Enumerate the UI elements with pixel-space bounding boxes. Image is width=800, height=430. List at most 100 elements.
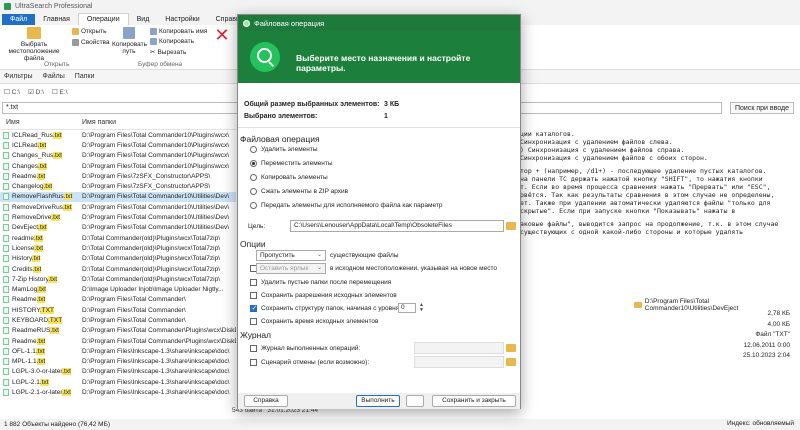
existing-files-select[interactable]: Пропустить ⌄ bbox=[256, 250, 326, 261]
folder-path-cell: D:\Total Commander(old)\Plugins\wcx\Tota… bbox=[82, 265, 220, 273]
cut-button[interactable]: ✂ Вырезать bbox=[150, 48, 187, 57]
table-row[interactable]: MPL-1.1.txt D:\Program Files\Inkscape-1.3… bbox=[0, 357, 236, 367]
target-path-input[interactable]: C:\Users\Lenouser\AppData\Local\Temp\Obs… bbox=[290, 220, 504, 232]
keep-permissions-check[interactable]: Сохранить разрешения исходных элементов bbox=[250, 292, 397, 299]
table-row[interactable]: LGPL-3.0-or-later.txt D:\Program Files\In… bbox=[0, 367, 236, 377]
table-row[interactable]: MamLog.txt D:\Image Uploader Injob\Image … bbox=[0, 284, 236, 294]
table-row[interactable]: RemoveFlashRus.txt D:\Program Files\Total… bbox=[0, 191, 236, 203]
table-row[interactable]: DevEject.txt D:\Program Files\Total Comma… bbox=[0, 223, 236, 233]
file-name-cell: LGPL-3.0-or-later.txt bbox=[0, 368, 82, 376]
filters-toggle[interactable]: Фильтры bbox=[4, 73, 33, 80]
table-row[interactable]: LGPL-2.1-or-later.txt D:\Program Files\In… bbox=[0, 387, 236, 397]
run-dropdown-button[interactable] bbox=[406, 395, 424, 407]
operation-radio[interactable]: Удалить элементы bbox=[250, 146, 318, 153]
browse-folder-icon[interactable] bbox=[506, 222, 516, 230]
table-row[interactable]: Readme.txt D:\Program Files\Total Command… bbox=[0, 295, 236, 305]
tab-settings[interactable]: Настройки bbox=[157, 14, 207, 25]
table-row[interactable]: RemoveDriveRus.txt D:\Program Files\Total… bbox=[0, 202, 236, 212]
properties-button[interactable]: Свойства bbox=[72, 39, 110, 46]
table-row[interactable]: Credits.txt D:\Total Commander(old)\Plugi… bbox=[0, 264, 236, 274]
table-row[interactable]: LGPL-2.1.txt D:\Program Files\Inkscape-1.… bbox=[0, 377, 236, 387]
table-row[interactable]: readme.txt D:\Total Commander(old)\Plugin… bbox=[0, 233, 236, 243]
copy-path-label: Копировать путь bbox=[112, 41, 147, 55]
copy-path-button[interactable]: Копировать путь bbox=[112, 27, 147, 55]
table-row[interactable]: Readme.txt D:\Program Files\Total Command… bbox=[0, 336, 236, 346]
table-row[interactable]: ICLRead_Rus.txt D:\Program Files\Total Co… bbox=[0, 130, 236, 140]
folder-path-cell: D:\Program Files\Inkscape-1.3\share\inks… bbox=[82, 368, 230, 376]
table-row[interactable]: OFL-1.1.txt D:\Program Files\Inkscape-1.3… bbox=[0, 346, 236, 356]
folders-filter[interactable]: Папки bbox=[75, 73, 95, 80]
results-header: Имя Имя папки bbox=[0, 119, 236, 130]
copy-label: Копировать bbox=[159, 38, 194, 45]
help-button[interactable]: Справка bbox=[244, 395, 288, 407]
log-check[interactable]: Журнал выполненных операций: bbox=[250, 345, 360, 352]
keep-shortcut-text: в исходном местоположении, указывая на н… bbox=[330, 265, 497, 272]
tab-operations[interactable]: Операции bbox=[77, 13, 129, 25]
drive-d[interactable]: ☑ D:\ bbox=[28, 88, 44, 96]
files-filter[interactable]: Файлы bbox=[43, 73, 65, 80]
undo-script-label: Сценарий отмены (если возможно): bbox=[261, 359, 370, 366]
file-name: RemoveFlashRus.txt bbox=[12, 193, 73, 201]
table-row[interactable]: License.txt D:\Total Commander(old)\Plugi… bbox=[0, 243, 236, 253]
cut-label: Вырезать bbox=[157, 48, 187, 56]
file-name: Changelog.txt bbox=[12, 183, 53, 191]
file-name-cell: MPL-1.1.txt bbox=[0, 358, 82, 366]
open-button[interactable]: Открыть bbox=[72, 28, 107, 35]
text-file-icon bbox=[3, 286, 9, 294]
tab-view[interactable]: Вид bbox=[129, 14, 158, 25]
log-folder-icon[interactable] bbox=[506, 344, 516, 352]
tab-file[interactable]: Файл bbox=[2, 14, 36, 25]
keep-structure-check[interactable]: Сохранить структуру папок, начиная с уро… bbox=[250, 304, 401, 312]
file-name: History.txt bbox=[12, 255, 41, 263]
table-row[interactable]: 7-Zip History.txt D:\Total Commander(old)… bbox=[0, 274, 236, 284]
drive-c-label: C:\ bbox=[11, 89, 20, 96]
table-row[interactable]: Changes.txt D:\Program Files\Total Comman… bbox=[0, 161, 236, 171]
drive-e[interactable]: ☐ E:\ bbox=[52, 88, 68, 96]
copy-name-button[interactable]: Копировать имя bbox=[150, 28, 207, 35]
text-file-icon bbox=[3, 172, 9, 180]
operation-radio[interactable]: Переместить элементы bbox=[250, 160, 333, 167]
table-row[interactable]: Readme.txt D:\Program Files\7zSFX_Constru… bbox=[0, 171, 236, 181]
save-and-close-button[interactable]: Сохранить и закрыть bbox=[432, 395, 516, 407]
keep-shortcut-value: Оставить ярлык bbox=[260, 265, 309, 272]
remove-empty-folders-check[interactable]: Удалить пустые папки после перемещения bbox=[250, 279, 391, 286]
operation-radio[interactable]: Копировать элементы bbox=[250, 174, 328, 181]
table-row[interactable]: HISTORY.TXT D:\Program Files\Total Comman… bbox=[0, 305, 236, 315]
checkbox bbox=[250, 345, 257, 352]
undo-folder-icon[interactable] bbox=[506, 358, 516, 366]
drive-d-label: D:\ bbox=[35, 89, 44, 96]
run-button[interactable]: Выполнить bbox=[356, 395, 400, 407]
text-file-icon bbox=[3, 224, 9, 232]
text-file-icon bbox=[3, 152, 9, 160]
operation-radio[interactable]: Передать элементы для исполняемого файла… bbox=[250, 202, 442, 209]
file-name-cell: ICLRead_Rus.txt bbox=[0, 131, 82, 139]
select-target-button[interactable]: Выбрать местоположение файла bbox=[2, 27, 66, 62]
column-name[interactable]: Имя bbox=[0, 119, 82, 129]
folder-path-cell: D:\Program Files\7zSFX_Constructor\APPS\ bbox=[82, 183, 211, 191]
table-row[interactable]: ICLRead.txt D:\Program Files\Total Comman… bbox=[0, 140, 236, 150]
drive-c[interactable]: ☐ C:\ bbox=[4, 88, 20, 96]
table-row[interactable]: KEYBOARD.TXT D:\Program Files\Total Comma… bbox=[0, 315, 236, 325]
keep-time-check[interactable]: Сохранить время исходных элементов bbox=[250, 318, 378, 325]
table-row[interactable]: Changes_Rus.txt D:\Program Files\Total Co… bbox=[0, 151, 236, 161]
operation-radio[interactable]: Сжать элементы в ZIP архив bbox=[250, 188, 348, 195]
search-as-you-type-button[interactable]: Поиск при вводе bbox=[730, 101, 794, 114]
copy-button[interactable]: Копировать bbox=[150, 38, 194, 45]
text-file-icon bbox=[3, 306, 9, 314]
structure-level-input[interactable]: 0 bbox=[398, 303, 416, 313]
spinner-arrows-icon[interactable]: ▲ ▼ bbox=[419, 303, 424, 313]
operation-label: Передать элементы для исполняемого файла… bbox=[261, 202, 443, 209]
tab-home[interactable]: Главная bbox=[35, 14, 78, 25]
table-row[interactable]: RemoveDrive.txt D:\Program Files\Total Co… bbox=[0, 212, 236, 222]
table-row[interactable]: ReadmeRUS.txt D:\Program Files\Total Comm… bbox=[0, 326, 236, 336]
undo-script-check[interactable]: Сценарий отмены (если возможно): bbox=[250, 359, 369, 366]
open-label: Открыть bbox=[81, 28, 107, 35]
file-name: MPL-1.1.txt bbox=[12, 358, 46, 366]
table-row[interactable]: Changelog.txt D:\Program Files\7zSFX_Cons… bbox=[0, 181, 236, 191]
column-path[interactable]: Имя папки bbox=[82, 119, 236, 129]
text-file-icon bbox=[3, 368, 9, 376]
table-row[interactable]: History.txt D:\Total Commander(old)\Plugi… bbox=[0, 254, 236, 264]
preview-line: аковые файлы", выводится запрос на продо… bbox=[520, 220, 779, 228]
delete-button[interactable]: ✕ bbox=[212, 26, 232, 44]
text-file-icon bbox=[3, 327, 9, 335]
